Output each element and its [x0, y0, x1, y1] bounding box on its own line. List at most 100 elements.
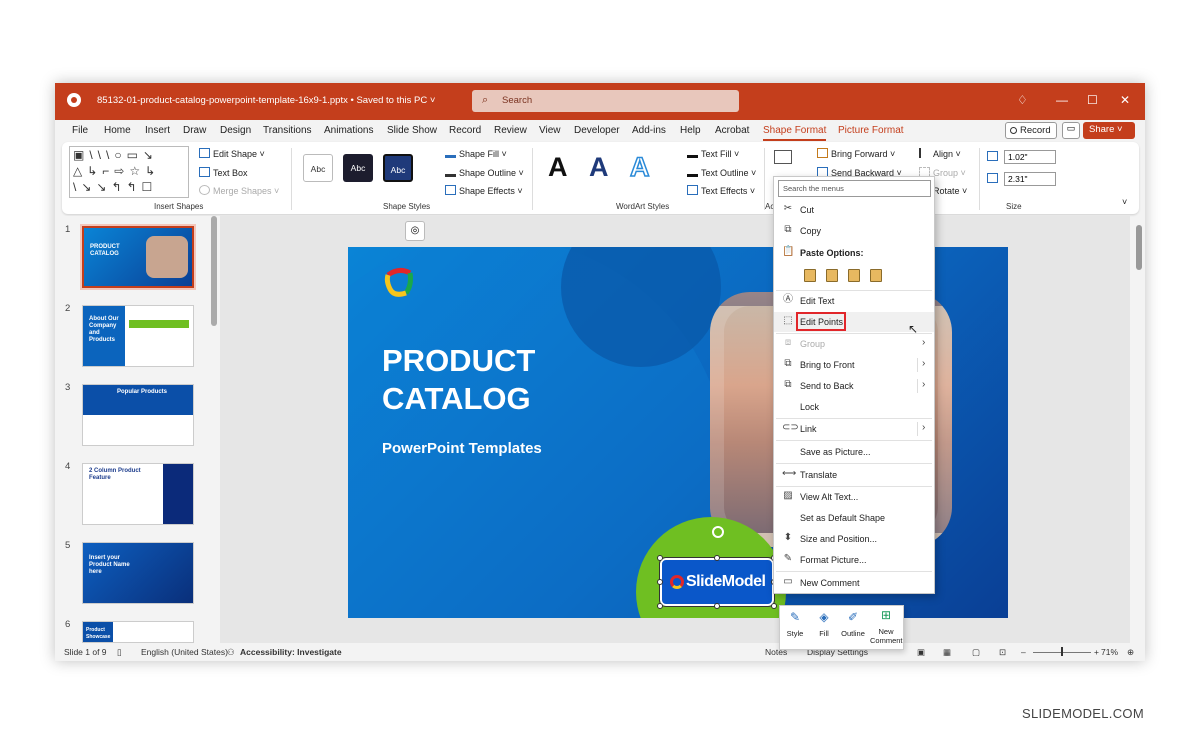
- tab-transitions[interactable]: Transitions: [263, 125, 312, 136]
- resize-handle[interactable]: [657, 603, 663, 609]
- record-button[interactable]: Record: [1005, 122, 1057, 139]
- slidemodel-logo-shape[interactable]: SlideModel: [659, 557, 775, 607]
- menu-item-bring-to-front[interactable]: ⧉ Bring to Front ›: [774, 355, 934, 375]
- comments-button[interactable]: ▭: [1062, 122, 1080, 139]
- alt-text-button[interactable]: [774, 150, 795, 165]
- style-swatch-blue[interactable]: Abc: [383, 154, 413, 182]
- menu-item-send-to-back[interactable]: ⧉ Send to Back ›: [774, 376, 934, 396]
- menu-search-input[interactable]: Search the menus: [778, 180, 931, 197]
- text-outline-button[interactable]: Text Outline ˅: [687, 167, 756, 178]
- maximize-icon[interactable]: ☐: [1087, 93, 1098, 107]
- resize-handle[interactable]: [771, 603, 777, 609]
- menu-item-save-as-picture[interactable]: Save as Picture...: [774, 442, 934, 462]
- menu-item-format-picture[interactable]: ✎ Format Picture...: [774, 550, 934, 570]
- menu-item-copy[interactable]: ⧉ Copy: [774, 221, 934, 241]
- reading-view-icon[interactable]: ▢: [972, 647, 980, 658]
- lightbulb-icon[interactable]: ♢: [1017, 93, 1028, 107]
- collapse-ribbon-icon[interactable]: ˅: [1122, 197, 1127, 207]
- tab-home[interactable]: Home: [104, 125, 131, 136]
- scrollbar-thumb[interactable]: [211, 216, 217, 326]
- zoom-out-icon[interactable]: –: [1021, 647, 1026, 657]
- mini-outline-button[interactable]: ✐ Outline: [838, 610, 868, 638]
- tab-file[interactable]: File: [72, 125, 88, 136]
- slide-thumbnail-4[interactable]: 2 Column Product Feature: [82, 463, 194, 525]
- tab-help[interactable]: Help: [680, 125, 701, 136]
- slide-thumbnail-6[interactable]: Product Showcase: [82, 621, 194, 643]
- mini-new-comment-button[interactable]: ⊞ New Comment: [870, 608, 903, 645]
- resize-handle[interactable]: [657, 555, 663, 561]
- tab-insert[interactable]: Insert: [145, 125, 170, 136]
- slide-subtitle[interactable]: PowerPoint Templates: [382, 440, 542, 457]
- tab-draw[interactable]: Draw: [183, 125, 206, 136]
- menu-item-group[interactable]: ⧈ Group ›: [774, 334, 934, 354]
- close-icon[interactable]: ✕: [1120, 93, 1130, 107]
- menu-item-edit-text[interactable]: Ⓐ Edit Text: [774, 291, 934, 311]
- align-button[interactable]: Align ˅: [919, 148, 961, 159]
- bring-forward-button[interactable]: Bring Forward ˅: [817, 148, 895, 159]
- scrollbar-thumb[interactable]: [1136, 225, 1142, 270]
- slide-sorter-icon[interactable]: ▦: [943, 647, 951, 658]
- slideshow-icon[interactable]: ⊡: [999, 647, 1006, 658]
- tab-slide-show[interactable]: Slide Show: [387, 125, 437, 136]
- shape-fill-button[interactable]: Shape Fill ˅: [445, 148, 507, 159]
- slide-thumbnail-3[interactable]: Popular Products: [82, 384, 194, 446]
- accessibility-status[interactable]: Accessibility: Investigate: [240, 647, 342, 657]
- search-box[interactable]: ⌕ Search: [472, 90, 739, 112]
- paste-keep-text-icon[interactable]: [870, 269, 882, 282]
- style-swatch-dark[interactable]: Abc: [343, 154, 373, 182]
- zoom-slider-thumb[interactable]: [1061, 647, 1063, 656]
- spelling-icon[interactable]: ▯: [117, 647, 122, 658]
- resize-handle[interactable]: [657, 579, 663, 585]
- canvas-scrollbar[interactable]: [1136, 220, 1143, 640]
- slide-title[interactable]: PRODUCT CATALOG: [382, 342, 602, 418]
- language-status[interactable]: English (United States): [141, 647, 228, 657]
- menu-item-new-comment[interactable]: ▭ New Comment: [774, 573, 934, 593]
- tab-review[interactable]: Review: [494, 125, 527, 136]
- share-button[interactable]: Share ˅: [1083, 122, 1135, 139]
- tab-developer[interactable]: Developer: [574, 125, 620, 136]
- zoom-in-icon[interactable]: +: [1094, 647, 1099, 657]
- menu-item-link[interactable]: ⊂⊃ Link ›: [774, 419, 934, 439]
- resize-handle[interactable]: [714, 603, 720, 609]
- shape-effects-button[interactable]: Shape Effects ˅: [445, 185, 523, 196]
- shape-outline-button[interactable]: Shape Outline ˅: [445, 167, 524, 178]
- wordart-black[interactable]: A: [548, 152, 568, 183]
- height-input[interactable]: 1.02": [1004, 150, 1056, 164]
- slide-thumbnail-5[interactable]: Insert your Product Name here: [82, 542, 194, 604]
- chevron-right-icon[interactable]: ›: [922, 422, 925, 433]
- merge-shapes-button[interactable]: Merge Shapes ˅: [199, 185, 279, 196]
- designer-button[interactable]: ◎: [405, 221, 425, 241]
- tab-picture-format[interactable]: Picture Format: [838, 125, 904, 136]
- menu-item-cut[interactable]: ✂ Cut: [774, 200, 934, 220]
- paste-keep-source-icon[interactable]: [826, 269, 838, 282]
- style-swatch-white[interactable]: Abc: [303, 154, 333, 182]
- menu-item-lock[interactable]: Lock: [774, 397, 934, 417]
- chevron-right-icon[interactable]: ›: [922, 358, 925, 369]
- paste-picture-icon[interactable]: [848, 269, 860, 282]
- edit-shape-button[interactable]: Edit Shape ˅: [199, 148, 265, 159]
- minimize-icon[interactable]: —: [1056, 93, 1068, 107]
- rotate-handle-icon[interactable]: [712, 526, 724, 538]
- text-effects-button[interactable]: Text Effects ˅: [687, 185, 755, 196]
- menu-item-size-and-position[interactable]: ⬍ Size and Position...: [774, 529, 934, 549]
- zoom-level[interactable]: 71%: [1101, 647, 1118, 657]
- shapes-gallery[interactable]: ▣\\\○▭↘ △↳⌐⇨☆↳ \↘↘↰↰☐: [69, 146, 189, 198]
- width-input[interactable]: 2.31": [1004, 172, 1056, 186]
- mini-fill-button[interactable]: ◈ Fill: [809, 610, 839, 638]
- wordart-outline[interactable]: A: [629, 151, 650, 183]
- chevron-right-icon[interactable]: ›: [922, 379, 925, 390]
- tab-acrobat[interactable]: Acrobat: [715, 125, 749, 136]
- document-title[interactable]: 85132-01-product-catalog-powerpoint-temp…: [97, 95, 435, 106]
- text-box-button[interactable]: Text Box: [199, 167, 248, 178]
- resize-handle[interactable]: [714, 555, 720, 561]
- fit-slide-icon[interactable]: ⊕: [1127, 647, 1134, 658]
- tab-shape-format[interactable]: Shape Format: [763, 125, 827, 141]
- tab-view[interactable]: View: [539, 125, 561, 136]
- tab-record[interactable]: Record: [449, 125, 481, 136]
- wordart-navy[interactable]: A: [589, 152, 609, 183]
- tab-add-ins[interactable]: Add-ins: [632, 125, 666, 136]
- mini-style-button[interactable]: ✎ Style: [780, 610, 810, 638]
- slide-thumbnail-2[interactable]: About Our Company and Products: [82, 305, 194, 367]
- menu-item-set-default-shape[interactable]: Set as Default Shape: [774, 508, 934, 528]
- normal-view-icon[interactable]: ▣: [917, 647, 925, 658]
